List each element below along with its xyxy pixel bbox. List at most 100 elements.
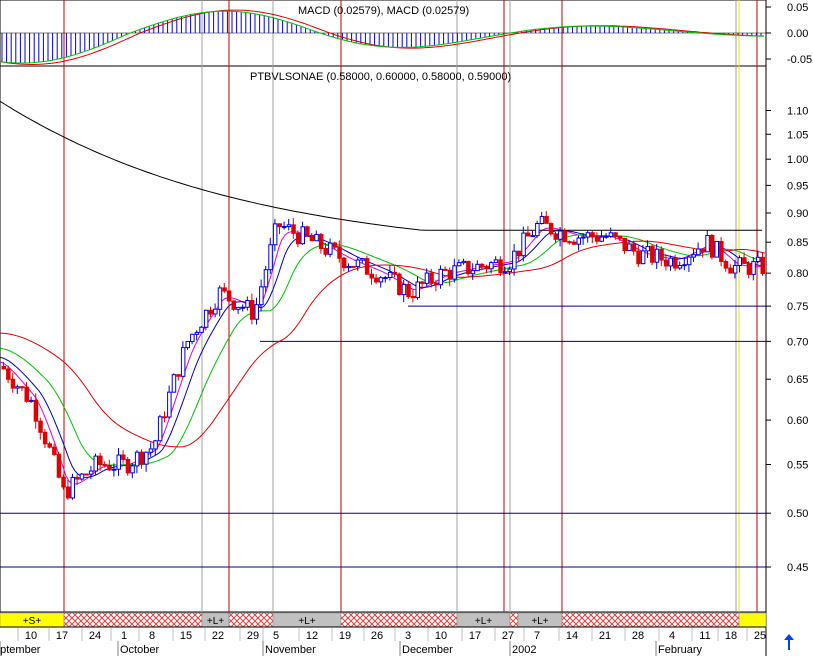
candle-up	[116, 454, 121, 470]
candle-up	[153, 440, 158, 450]
signal-bands: +S+ +L+ +L+ +L+ +L+	[0, 612, 767, 628]
candle-down	[364, 258, 370, 275]
candle-up	[456, 262, 462, 267]
candle-up	[134, 451, 140, 467]
candle-up	[263, 269, 269, 288]
x-day-label: 15	[180, 630, 192, 642]
candle-down	[374, 277, 379, 283]
candle-down	[222, 287, 227, 292]
candle-up	[180, 347, 186, 377]
candle-up	[507, 268, 512, 273]
candle-up	[424, 272, 430, 284]
macd-tick-label: 0.00	[787, 28, 808, 40]
signal-band-hatch	[509, 612, 519, 628]
x-day-label: 7	[534, 630, 540, 642]
candle-up	[521, 232, 526, 257]
candle-up	[355, 259, 361, 268]
signal-band-label: +L+	[475, 616, 492, 627]
candle-down	[42, 431, 48, 445]
price-axis-ticks: 1.10 1.05 1.00 0.95 0.90 0.85 0.80 0.75 0.70 0.65…	[766, 106, 808, 574]
candle-down	[121, 454, 126, 460]
candle-down	[567, 241, 572, 244]
signal-band-label: +L+	[298, 616, 315, 627]
candle-up	[360, 258, 365, 261]
candle-down	[723, 260, 729, 269]
signal-band-label: +L+	[531, 616, 548, 627]
x-month-label: 2002	[512, 644, 536, 656]
candle-up	[732, 265, 738, 274]
candle-down	[433, 282, 439, 286]
candle-down	[226, 290, 232, 302]
candle-down	[700, 248, 706, 253]
candle-up	[29, 399, 34, 402]
x-day-label: 1	[121, 630, 127, 642]
candle-up	[130, 465, 135, 474]
macd-signal-line	[0, 9, 765, 66]
price-tick-label: 0.45	[787, 562, 808, 574]
candle-up	[751, 261, 756, 275]
candle-up	[714, 240, 719, 258]
macd-axis-ticks: 0.05 0.00 -0.05	[766, 2, 812, 66]
candle-down	[305, 226, 310, 236]
candle-up	[558, 230, 563, 240]
price-panel-frame	[0, 65, 767, 613]
candle-down	[61, 476, 66, 488]
candle-up	[88, 470, 94, 475]
candle-down	[420, 281, 425, 284]
candle-up	[645, 245, 650, 252]
candle-down	[24, 386, 29, 402]
signal-band-label: +S+	[23, 616, 42, 627]
candle-down	[107, 465, 112, 471]
candle-down	[617, 235, 623, 239]
x-day-label: 26	[371, 630, 383, 642]
candle-up	[415, 281, 420, 299]
candle-down	[6, 368, 11, 380]
candle-up	[530, 235, 535, 238]
price-tick-label: 0.55	[787, 460, 808, 472]
candle-up	[535, 223, 540, 237]
candle-down	[673, 257, 678, 269]
candle-up	[627, 243, 632, 251]
x-day-label: 3	[405, 630, 411, 642]
candle-up	[346, 265, 351, 269]
candle-down	[663, 259, 669, 267]
candle-down	[38, 420, 43, 433]
x-day-label: 11	[699, 630, 710, 642]
stock-chart: MACD (0.02579), MACD (0.02579) PTBVLSONA…	[0, 0, 812, 656]
candle-up	[604, 235, 609, 238]
candle-up	[470, 270, 476, 275]
candle-down	[19, 386, 25, 389]
candle-down	[447, 269, 453, 280]
candle-down	[1, 365, 6, 370]
candle-down	[102, 464, 108, 467]
candle-up	[640, 250, 646, 265]
candle-down	[562, 230, 568, 243]
x-day-label: 25	[754, 630, 766, 642]
candle-down	[337, 246, 342, 259]
signal-band-label: +L+	[207, 616, 224, 627]
x-day-label: 10	[435, 630, 447, 642]
macd-tick-label: -0.05	[787, 54, 812, 66]
scroll-up-arrow-icon[interactable]	[784, 634, 794, 650]
candle-up	[682, 264, 687, 267]
candle-down	[410, 295, 416, 299]
candle-down	[125, 458, 131, 474]
price-tick-label: 1.00	[787, 154, 808, 166]
candle-down	[309, 234, 315, 242]
candle-down	[369, 273, 374, 279]
x-day-label: 17	[56, 630, 68, 642]
candle-up	[755, 256, 761, 263]
candle-down	[98, 455, 103, 466]
candle-up	[696, 248, 701, 256]
candle-down	[443, 268, 448, 271]
candle-down	[594, 236, 600, 242]
candle-up	[144, 451, 149, 465]
candle-down	[484, 266, 489, 270]
candle-down	[544, 215, 549, 224]
candle-down	[406, 283, 411, 297]
x-day-label: 5	[273, 630, 279, 642]
candle-down	[65, 486, 71, 499]
candle-up	[203, 309, 209, 328]
candle-up	[539, 215, 545, 225]
candle-up	[185, 340, 190, 349]
